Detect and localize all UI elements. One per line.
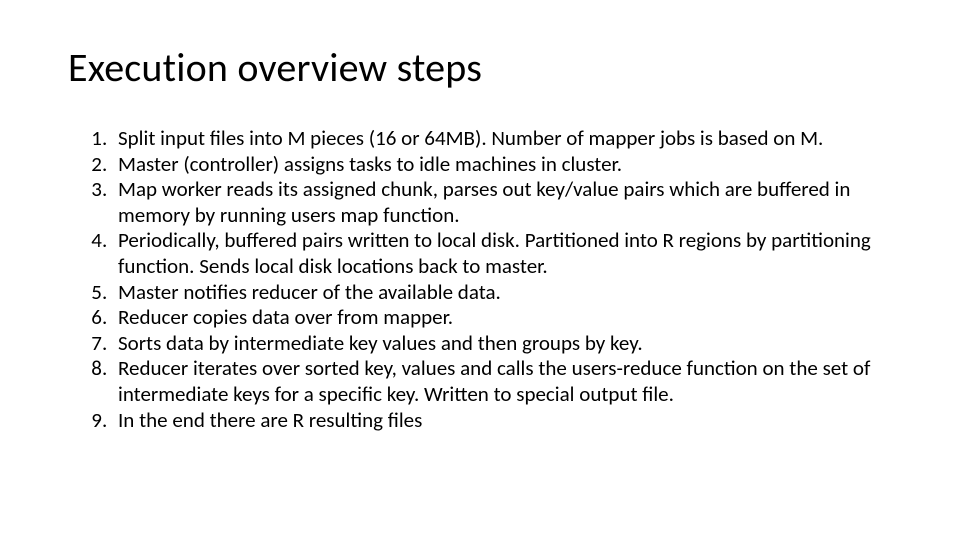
list-item: Sorts data by intermediate key values an… — [112, 331, 892, 357]
list-item: Split input files into M pieces (16 or 6… — [112, 126, 892, 152]
list-item: Reducer iterates over sorted key, values… — [112, 356, 892, 407]
list-item: Master (controller) assigns tasks to idl… — [112, 152, 892, 178]
slide-title: Execution overview steps — [68, 46, 892, 90]
list-item: Map worker reads its assigned chunk, par… — [112, 177, 892, 228]
list-item: Master notifies reducer of the available… — [112, 280, 892, 306]
list-item: Reducer copies data over from mapper. — [112, 305, 892, 331]
list-item: Periodically, buffered pairs written to … — [112, 228, 892, 279]
list-item: In the end there are R resulting files — [112, 408, 892, 434]
slide: Execution overview steps Split input fil… — [0, 0, 960, 540]
steps-list: Split input files into M pieces (16 or 6… — [68, 126, 892, 433]
